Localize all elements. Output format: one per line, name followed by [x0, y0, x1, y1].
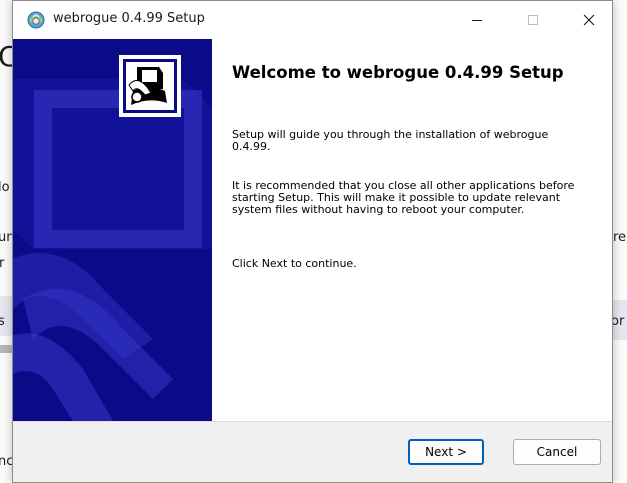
title-bar[interactable]: webrogue 0.4.99 Setup — [13, 1, 612, 39]
welcome-content: Welcome to webrogue 0.4.99 Setup Setup w… — [212, 39, 612, 421]
welcome-sidebar-image — [13, 39, 212, 421]
background-text: r — [0, 256, 5, 271]
close-button[interactable] — [566, 1, 612, 39]
setup-window: webrogue 0.4.99 Setup Welcome to webrogu… — [12, 0, 613, 483]
installer-app-icon — [27, 11, 45, 29]
cancel-button[interactable]: Cancel — [513, 439, 601, 465]
background-text: re — [613, 230, 627, 245]
close-icon — [583, 14, 595, 26]
button-bar: Next > Cancel — [13, 421, 612, 482]
maximize-button — [510, 1, 556, 39]
background-text: s — [0, 314, 5, 329]
welcome-paragraph: It is recommended that you close all oth… — [232, 179, 575, 216]
welcome-paragraph: Setup will guide you through the install… — [232, 128, 549, 153]
maximize-icon — [528, 15, 538, 25]
welcome-paragraph: Click Next to continue. — [232, 257, 357, 270]
next-button[interactable]: Next > — [408, 439, 484, 465]
minimize-button[interactable] — [454, 1, 500, 39]
installer-artwork — [13, 39, 212, 421]
minimize-icon — [472, 20, 482, 21]
window-title: webrogue 0.4.99 Setup — [53, 11, 205, 26]
background-text: lo — [0, 180, 10, 195]
welcome-heading: Welcome to webrogue 0.4.99 Setup — [232, 63, 564, 82]
